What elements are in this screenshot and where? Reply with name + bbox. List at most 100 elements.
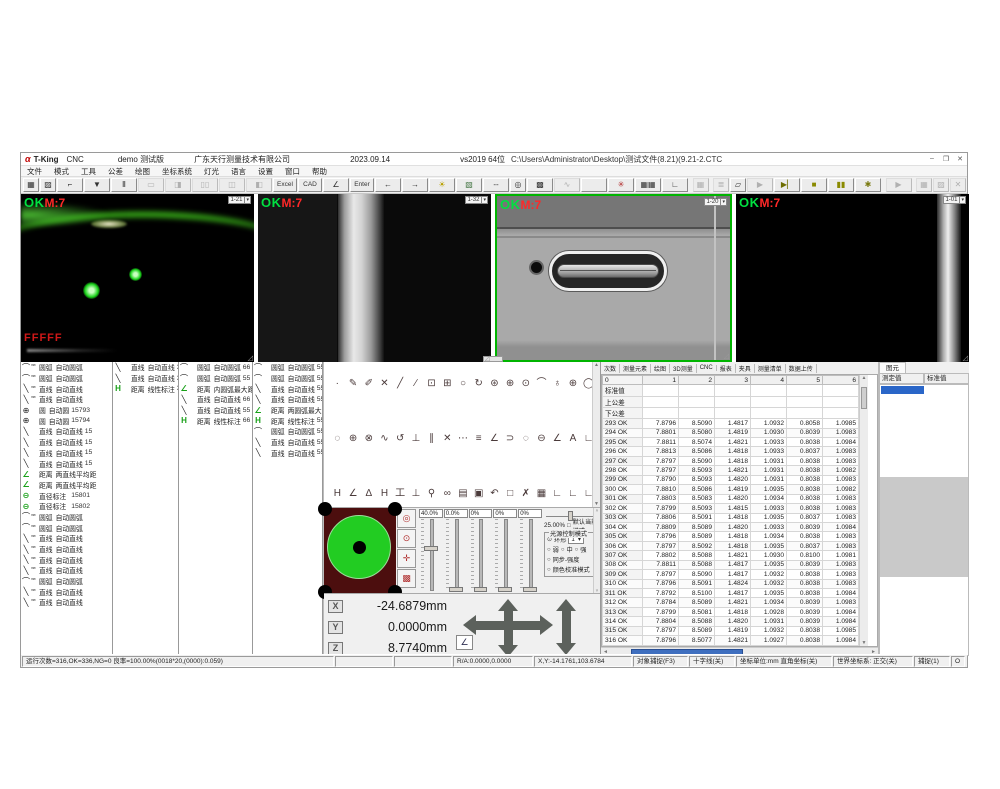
palette-scrollbar[interactable]: ▲▼ (592, 362, 600, 507)
element-list-item[interactable]: ⌒***圆弧自动圆弧 (21, 362, 112, 373)
element-list-item[interactable]: ╲***直线自动直线 (21, 597, 112, 608)
width-dim-icon[interactable]: H (330, 486, 345, 501)
magnifier-icon[interactable]: ◎ (510, 178, 526, 192)
dash-tool-icon[interactable]: -- (483, 178, 509, 192)
element-list-item[interactable]: ╲直线自动直线66 (179, 394, 252, 405)
slider-thumb[interactable] (449, 587, 463, 592)
shield-icon[interactable]: ▼ (84, 178, 110, 192)
table-row[interactable]: 311 OK7.87928.51001.48171.09350.80381.09… (603, 589, 859, 598)
table-row[interactable]: 301 OK7.88038.50831.48201.09340.80381.09… (603, 494, 859, 503)
element-list-item[interactable]: H距离线性标注66 (179, 415, 252, 426)
angle-dim-icon[interactable]: ∠ (346, 486, 361, 501)
element-list-item[interactable]: ╲直线自动直线15 (21, 437, 112, 448)
menu-item-8[interactable]: 设置 (252, 166, 279, 177)
element-list-item[interactable]: ⌒***圆弧自动圆弧 (21, 373, 112, 384)
slider-track[interactable] (520, 519, 540, 591)
slider-track[interactable] (446, 519, 466, 591)
element-list-item[interactable]: ╲***直线自动直线 (21, 394, 112, 405)
slider-track[interactable] (471, 519, 491, 591)
camera-view-2[interactable]: OKM:7 1-32▾ ◿ (258, 194, 491, 362)
table-tab-1[interactable]: 测量元素 (620, 364, 651, 373)
menu-item-5[interactable]: 坐标系统 (156, 166, 198, 177)
element-list-item[interactable]: H距离线性标注55 (253, 415, 322, 426)
circle-icon[interactable]: ○ (456, 376, 471, 391)
master-intensity-slider[interactable] (546, 511, 594, 521)
stop-icon[interactable]: ■ (801, 178, 827, 192)
camera-view-4[interactable]: OKM:7 1-01▾ ◿ (736, 194, 969, 362)
camera-view-1[interactable]: OKM:7 1-21▾ FFFFF ◿ (21, 194, 254, 362)
sphere-hatch-icon[interactable]: ⊗ (361, 431, 376, 446)
ring-light-cross-icon[interactable]: ✛ (397, 549, 416, 568)
element-list-item[interactable]: ∠距离内圆弧最大距 (179, 383, 252, 394)
table-tab-8[interactable]: 数据上传 (786, 364, 817, 373)
run-tool-icon[interactable]: ✱ (855, 178, 881, 192)
coord-y-icon[interactable]: ∟ (566, 486, 581, 501)
line-angled-icon[interactable]: ∕ (409, 376, 424, 391)
element-list-item[interactable]: ╲直线自动直线55 (253, 383, 322, 394)
light-slider-1[interactable]: 40.0% (419, 509, 443, 592)
menu-item-2[interactable]: 工具 (75, 166, 102, 177)
radio-icon[interactable]: ○ (575, 547, 579, 553)
dots-icon[interactable]: ⋯ (456, 431, 471, 446)
y-axis-icon[interactable]: Y (328, 621, 343, 634)
point-icon[interactable]: · (330, 376, 345, 391)
window-grid-icon[interactable]: ⊞ (440, 376, 455, 391)
element-list-item[interactable]: ⊖直径标注15801 (21, 490, 112, 501)
table-row[interactable]: 316 OK7.87968.50771.48211.09270.80381.09… (603, 636, 859, 646)
table-row[interactable]: 303 OK7.88068.50911.48181.09350.80371.09… (603, 513, 859, 522)
element-list-item[interactable]: ⌒***圆弧自动圆弧 (21, 522, 112, 533)
radio-icon[interactable]: ○ (547, 557, 551, 563)
light-slider-2[interactable]: 0.0% (444, 509, 468, 592)
element-list-item[interactable]: ⌒圆弧自动圆弧55 (253, 426, 322, 437)
z-axis-icon[interactable]: Z (328, 642, 343, 655)
table-row[interactable]: 308 OK7.88118.50881.48171.09350.80391.09… (603, 560, 859, 569)
element-list-item[interactable]: ╲直线自动直线35 (113, 373, 178, 384)
play-to-end-icon[interactable]: ▶▏ (774, 178, 800, 192)
caliper-icon[interactable]: Ⅱ (111, 178, 137, 192)
table-tab-5[interactable]: 报表 (717, 364, 736, 373)
line-icon[interactable]: ╱ (393, 376, 408, 391)
x-axis-icon[interactable]: X (328, 600, 343, 613)
table-tab-6[interactable]: 夹具 (736, 364, 755, 373)
ring-light-all-icon[interactable]: ▩ (397, 569, 416, 588)
slider-track[interactable] (495, 519, 515, 591)
light-options-scrollbar[interactable]: ˄˅ (593, 508, 600, 593)
table-tab-4[interactable]: CNC (697, 365, 717, 371)
angle-icon[interactable]: ∠ (550, 431, 565, 446)
save-icon[interactable]: ▦ (23, 178, 39, 192)
element-list-item[interactable]: ⊕圆自动圆15794 (21, 415, 112, 426)
element-list-item[interactable]: ╲直线自动直线55 (253, 448, 322, 459)
table-row[interactable]: 299 OK7.87908.50931.48201.09310.80381.09… (603, 475, 859, 484)
camera-3-zoom-select[interactable]: 1-20▾ (704, 198, 727, 206)
element-list-item[interactable]: ⊖直径标注15802 (21, 501, 112, 512)
pause-icon[interactable]: ▮▮ (828, 178, 854, 192)
element-list-item[interactable]: ⌒圆弧自动圆弧55 (253, 373, 322, 384)
cad-export-button[interactable]: CAD (298, 178, 322, 192)
keyboard-icon[interactable]: ▤ (456, 486, 471, 501)
table-row[interactable]: 307 OK7.88028.50881.48211.09300.81001.09… (603, 551, 859, 560)
element-list-item[interactable]: ╲***直线自动直线 (21, 565, 112, 576)
perpendicular-icon[interactable]: ⊥ (409, 431, 424, 446)
light-slider-3[interactable]: 0% (469, 509, 493, 592)
table-tab-2[interactable]: 绘图 (651, 364, 670, 373)
forward-icon[interactable]: → (402, 178, 428, 192)
element-list-item[interactable]: ╲***直线自动直线 (21, 533, 112, 544)
slider-thumb[interactable] (523, 587, 537, 592)
delete-icon[interactable]: ✗ (518, 486, 533, 501)
intersect-icon[interactable]: ✕ (440, 431, 455, 446)
element-list-item[interactable]: ⌒圆弧自动圆弧66 (179, 362, 252, 373)
menu-item-1[interactable]: 模式 (48, 166, 75, 177)
radio-icon[interactable]: ○ (547, 547, 551, 553)
table-tab-0[interactable]: 次数 (601, 364, 620, 373)
wave-icon[interactable]: ∿ (377, 431, 392, 446)
parallel-icon[interactable]: ∥ (424, 431, 439, 446)
circle-dashed-icon[interactable]: ◌ (518, 431, 533, 446)
jog-y-arrow-icon[interactable] (504, 611, 513, 645)
element-list-item[interactable]: ⌒***圆弧自动圆弧 (21, 576, 112, 587)
radio-icon[interactable]: ○ (561, 547, 565, 553)
sphere-cross-icon[interactable]: ⊕ (346, 431, 361, 446)
circle-rotate-icon[interactable]: ↻ (471, 376, 486, 391)
element-list-item[interactable]: ⌒***圆弧自动圆弧 (21, 512, 112, 523)
element-list-item[interactable]: ╲直线自动直线34 (113, 362, 178, 373)
table-row[interactable]: 305 OK7.87968.50891.48181.09340.80381.09… (603, 532, 859, 541)
